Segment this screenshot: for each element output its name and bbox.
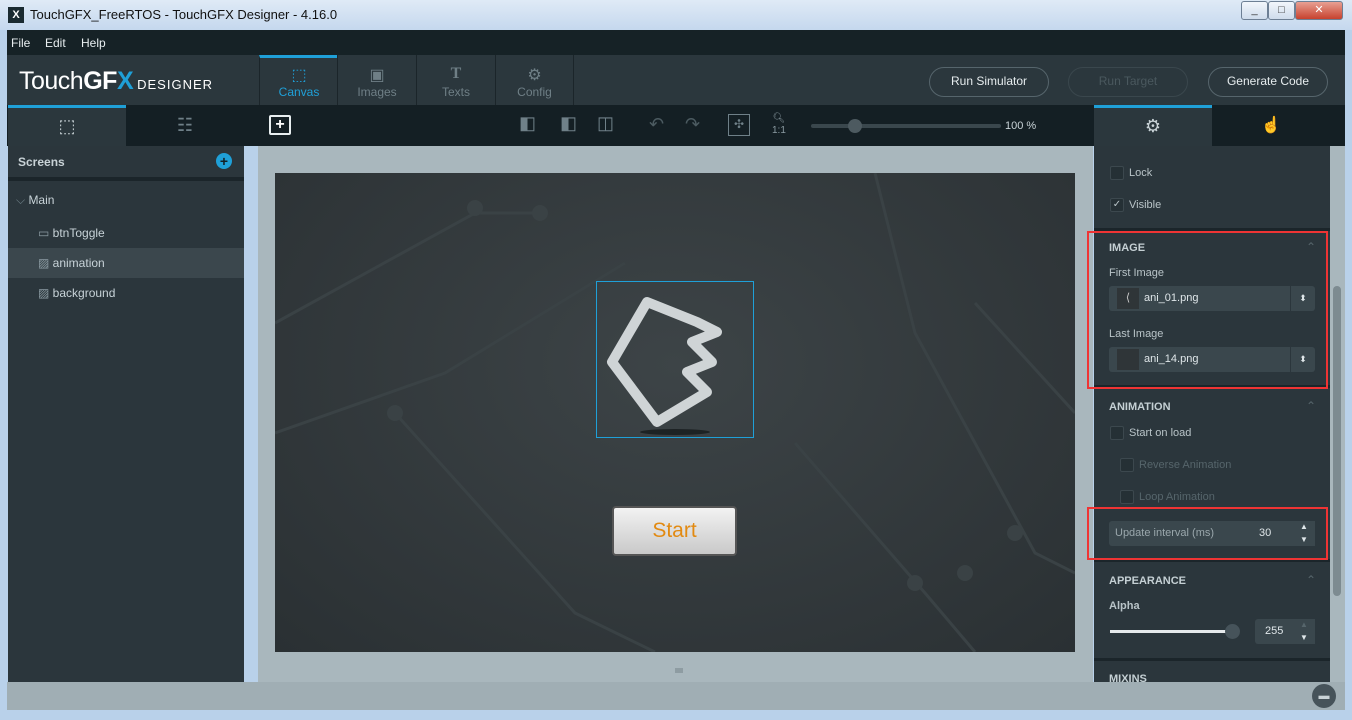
alpha-label: Alpha [1109, 600, 1140, 612]
text-icon: T [450, 65, 462, 82]
collapse-icon[interactable]: ⌃ [1306, 573, 1316, 587]
reverse-animation-label: Reverse Animation [1139, 459, 1232, 471]
visible-checkbox[interactable]: ✓ [1110, 198, 1124, 212]
canvas-icon: ⬚ [291, 67, 307, 84]
toolbar: ⬚ ☷ + ◧ ◧ ◫ ↶ ↷ ✣ 🔍︎ 1:1 100 % ⚙ ☝ [7, 105, 1345, 146]
animated-image [607, 297, 722, 435]
tree-item-main[interactable]: ⌵ Main [8, 185, 244, 215]
menu-file[interactable]: File [11, 36, 30, 50]
divider [1094, 658, 1330, 661]
alpha-slider[interactable] [1110, 630, 1232, 633]
generate-code-button[interactable]: Generate Code [1208, 67, 1328, 97]
folder-icon[interactable]: ▬ [1312, 684, 1336, 708]
tab-screens[interactable]: ⬚ [8, 105, 126, 146]
window-title: TouchGFX_FreeRTOS - TouchGFX Designer - … [30, 7, 338, 22]
increment-button[interactable]: ▲ [1293, 619, 1315, 631]
start-button[interactable]: Start [612, 506, 737, 556]
tab-canvas[interactable]: ⬚ Canvas [259, 55, 338, 105]
zoom-percent: 100 % [1005, 120, 1037, 132]
button-widget-icon: ▭ [38, 226, 53, 240]
menu-bar: File Edit Help [7, 30, 1345, 55]
start-on-load-checkbox[interactable] [1110, 426, 1124, 440]
divider [8, 177, 244, 181]
undo-icon[interactable]: ↶ [649, 114, 664, 135]
tree-item-btntoggle[interactable]: ▭ btnToggle [8, 218, 244, 248]
app-icon: X [8, 7, 24, 23]
tab-widget-properties[interactable]: ⚙ [1094, 105, 1212, 146]
close-button[interactable]: ✕ [1295, 1, 1343, 20]
animation-section-title: ANIMATION [1109, 401, 1171, 413]
menu-edit[interactable]: Edit [45, 36, 66, 50]
tab-config[interactable]: ⚙ Config [495, 55, 574, 105]
scrollbar-thumb[interactable] [1333, 286, 1341, 596]
highlight-update-interval [1087, 507, 1328, 560]
tab-texts[interactable]: T Texts [416, 55, 495, 105]
visible-label: Visible [1129, 199, 1162, 211]
appearance-section-title: APPEARANCE [1109, 575, 1187, 587]
status-bar: ▬ [7, 668, 1345, 710]
title-bar: X TouchGFX_FreeRTOS - TouchGFX Designer … [0, 0, 1352, 30]
zoom-slider-handle[interactable] [848, 119, 862, 133]
reverse-animation-checkbox[interactable] [1120, 458, 1134, 472]
screens-title: Screens [18, 155, 65, 169]
logo: TouchGFX DESIGNER [19, 67, 214, 95]
tab-images[interactable]: ▣ Images [337, 55, 416, 105]
screens-panel: Screens + ⌵ Main ▭ btnToggle ▨ animation… [8, 146, 244, 682]
magnifier-icon: 🔍︎ [772, 113, 786, 124]
alpha-slider-handle[interactable] [1225, 624, 1240, 639]
bring-forward-icon[interactable]: ◧ [560, 113, 577, 134]
bring-front-icon[interactable]: ◧ [519, 113, 536, 134]
send-back-icon[interactable]: ◫ [597, 113, 614, 134]
lock-checkbox[interactable] [1110, 166, 1124, 180]
tab-interactions[interactable]: ☝ [1212, 105, 1330, 146]
lock-label: Lock [1129, 167, 1153, 179]
loop-animation-label: Loop Animation [1139, 491, 1215, 503]
maximize-button[interactable]: □ [1268, 1, 1295, 20]
tree-item-background[interactable]: ▨ background [8, 278, 244, 308]
highlight-image-section [1087, 231, 1328, 389]
minimize-button[interactable]: _ [1241, 1, 1268, 20]
header: TouchGFX DESIGNER ⬚ Canvas ▣ Images T Texts … [7, 55, 1345, 105]
gear-icon: ⚙ [527, 67, 542, 84]
add-screen-button[interactable]: + [216, 153, 232, 169]
settings-screen-icon: ⚙ [1144, 116, 1162, 136]
chevron-down-icon: ⌵ [16, 193, 29, 207]
start-on-load-label: Start on load [1129, 427, 1192, 439]
screen-select-icon: ⬚ [58, 116, 76, 136]
add-widget-button[interactable]: + [269, 115, 291, 135]
image-widget-icon: ▨ [38, 286, 53, 300]
image-widget-icon: ▨ [38, 256, 53, 270]
resize-handle[interactable] [675, 668, 683, 673]
menu-help[interactable]: Help [81, 36, 106, 50]
zoom-slider[interactable] [811, 124, 1001, 128]
mixins-section-title: MIXINS [1109, 673, 1147, 682]
image-icon: ▣ [369, 67, 385, 84]
sliders-icon: ☷ [176, 115, 194, 135]
properties-panel: Lock ✓ Visible IMAGE ⌃ First Image ⟨ ani… [1094, 146, 1330, 682]
collapse-icon[interactable]: ⌃ [1306, 399, 1316, 413]
alpha-field[interactable]: 255 ▲ ▼ [1255, 619, 1315, 644]
decrement-button[interactable]: ▼ [1293, 632, 1315, 644]
alpha-value: 255 [1265, 625, 1284, 637]
tree-item-animation[interactable]: ▨ animation [8, 248, 244, 278]
touch-icon: ☝ [1261, 117, 1281, 134]
zoom-reset-button[interactable]: 🔍︎ 1:1 [772, 113, 786, 137]
animation-widget[interactable] [596, 281, 754, 438]
fit-screen-icon[interactable]: ✣ [728, 114, 750, 136]
tab-properties-list[interactable]: ☷ [126, 105, 244, 146]
run-simulator-button[interactable]: Run Simulator [929, 67, 1049, 97]
run-target-button[interactable]: Run Target [1068, 67, 1188, 97]
redo-icon[interactable]: ↷ [685, 114, 700, 135]
loop-animation-checkbox[interactable] [1120, 490, 1134, 504]
properties-scrollbar[interactable] [1330, 146, 1345, 682]
